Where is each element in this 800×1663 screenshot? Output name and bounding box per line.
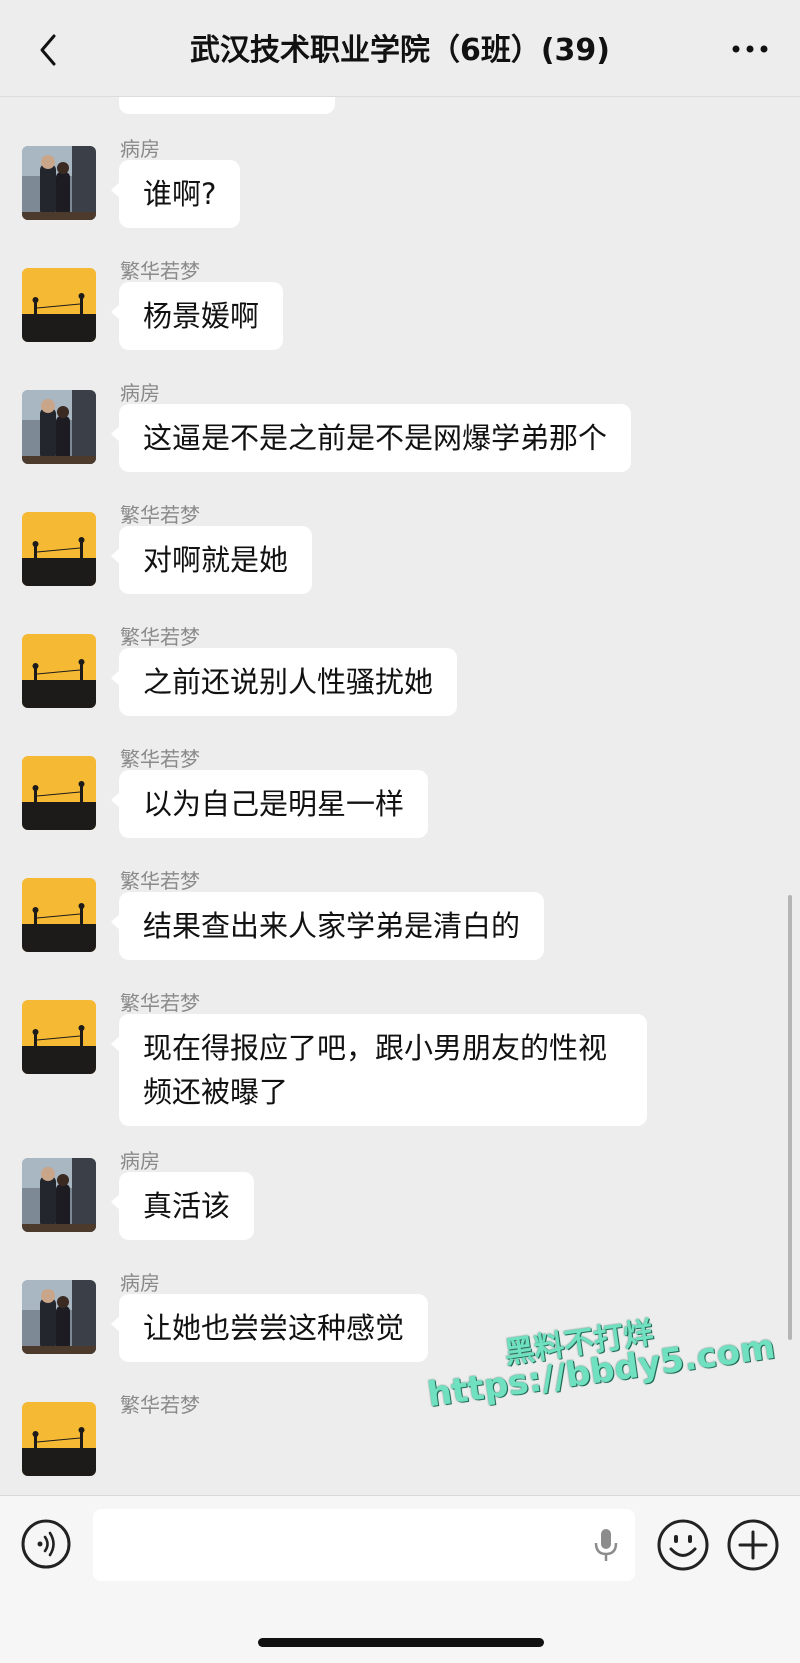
avatar-sunset[interactable] — [22, 878, 96, 952]
avatar-couple[interactable] — [22, 1280, 96, 1354]
message-input[interactable] — [93, 1509, 635, 1581]
message-bubble[interactable]: 杨景媛啊 — [110, 282, 284, 350]
avatar-sunset[interactable] — [22, 512, 96, 586]
avatar-sunset[interactable] — [22, 634, 96, 708]
avatar-sunset[interactable] — [22, 268, 96, 342]
message-bubble[interactable]: 谁啊? — [110, 160, 241, 228]
sender-name: 繁华若梦 — [120, 625, 200, 649]
sender-name: 繁华若梦 — [120, 259, 200, 283]
message-bubble[interactable]: 真活该 — [110, 1172, 255, 1240]
sender-name: 病房 — [120, 137, 160, 161]
message-bubble[interactable]: 对啊就是她 — [110, 526, 313, 594]
back-button[interactable] — [34, 30, 64, 70]
sender-name: 繁华若梦 — [120, 747, 200, 771]
emoji-button[interactable] — [656, 1518, 710, 1572]
message-bubble[interactable]: 让她也尝尝这种感觉 — [110, 1294, 429, 1362]
avatar-sunset[interactable] — [22, 1402, 96, 1476]
home-indicator[interactable] — [258, 1638, 544, 1647]
avatar-couple[interactable] — [22, 146, 96, 220]
chevron-left-icon — [40, 34, 56, 66]
sender-name: 繁华若梦 — [120, 503, 200, 527]
plus-icon — [727, 1519, 779, 1571]
chat-title: 武汉技术职业学院（6班）(39) — [189, 33, 611, 68]
message-bubble[interactable]: 这逼是不是之前是不是网爆学弟那个 — [110, 404, 632, 472]
sender-name: 繁华若梦 — [120, 991, 200, 1015]
avatar-couple[interactable] — [22, 390, 96, 464]
more-functions-button[interactable] — [726, 1518, 780, 1572]
sender-name: 病房 — [120, 381, 160, 405]
microphone-icon[interactable] — [591, 1527, 621, 1563]
more-options-button[interactable] — [728, 34, 772, 64]
sender-name: 病房 — [120, 1149, 160, 1173]
avatar-couple[interactable] — [22, 1158, 96, 1232]
message-bubble[interactable]: 以为自己是明星一样 — [110, 770, 429, 838]
avatar-sunset[interactable] — [22, 1000, 96, 1074]
voice-icon — [21, 1519, 71, 1569]
voice-input-button[interactable] — [20, 1518, 72, 1570]
chat-message-list[interactable]: 病房 谁啊? 繁华若梦 杨景媛啊 病房 这逼是不是之前是不是网爆学弟那个 繁华若… — [0, 0, 800, 1495]
sender-name: 繁华若梦 — [120, 869, 200, 893]
input-toolbar — [0, 1495, 800, 1663]
avatar-sunset[interactable] — [22, 756, 96, 830]
sender-name: 病房 — [120, 1271, 160, 1295]
message-bubble[interactable]: 之前还说别人性骚扰她 — [110, 648, 458, 716]
more-dots-icon — [732, 45, 768, 53]
message-bubble[interactable]: 现在得报应了吧，跟小男朋友的性视频还被曝了 — [111, 1014, 647, 1126]
chat-header: 武汉技术职业学院（6班）(39) — [0, 0, 800, 97]
sender-name: 繁华若梦 — [120, 1393, 200, 1417]
scrollbar[interactable] — [788, 895, 792, 1340]
emoji-icon — [657, 1519, 709, 1571]
message-bubble[interactable]: 结果查出来人家学弟是清白的 — [110, 892, 545, 960]
